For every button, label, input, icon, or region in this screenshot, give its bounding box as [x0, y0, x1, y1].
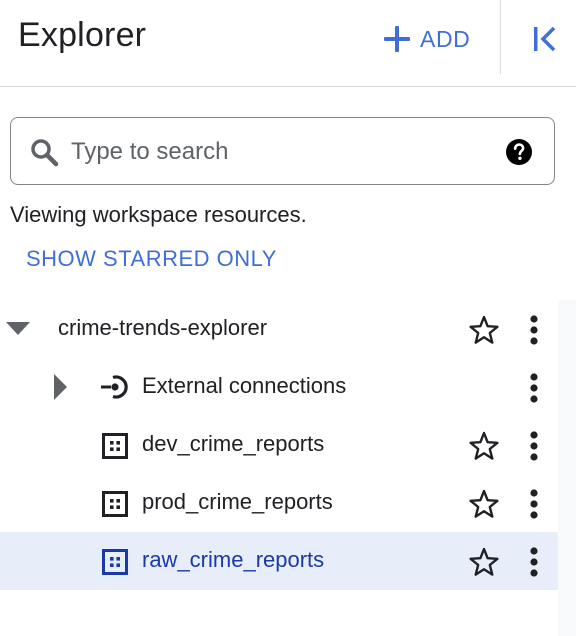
collapse-left-icon	[534, 26, 556, 52]
explorer-header: Explorer ADD	[0, 0, 576, 87]
page-title: Explorer	[18, 16, 147, 54]
dataset-icon	[102, 433, 128, 459]
tree-row-prod-crime-reports[interactable]: prod_crime_reports	[0, 474, 558, 532]
help-icon[interactable]	[505, 138, 533, 166]
caret-right-icon[interactable]	[54, 374, 68, 400]
tree-item-label: External connections	[142, 373, 347, 398]
tree-row-dev-crime-reports[interactable]: dev_crime_reports	[0, 416, 558, 474]
star-icon[interactable]	[468, 546, 500, 578]
tree-item-label: raw_crime_reports	[142, 547, 325, 572]
more-options-icon[interactable]	[524, 546, 544, 578]
tree-row-external-connections[interactable]: External connections	[0, 358, 558, 416]
tree-item-label: dev_crime_reports	[142, 431, 325, 456]
more-options-icon[interactable]	[524, 314, 544, 346]
viewing-resources-text: Viewing workspace resources.	[10, 202, 307, 227]
star-icon[interactable]	[468, 488, 500, 520]
resource-tree: crime-trends-explorer External connectio…	[0, 300, 558, 592]
star-icon[interactable]	[468, 430, 500, 462]
more-options-icon[interactable]	[524, 430, 544, 462]
more-options-icon[interactable]	[524, 372, 544, 404]
plus-icon	[384, 26, 410, 52]
search-input[interactable]	[69, 130, 493, 174]
explorer-panel: Explorer ADD Viewing workspace resources…	[0, 0, 576, 636]
search-box	[10, 117, 555, 185]
dataset-icon	[102, 491, 128, 517]
more-options-icon[interactable]	[524, 488, 544, 520]
tree-item-label: prod_crime_reports	[142, 489, 333, 514]
tree-row-project[interactable]: crime-trends-explorer	[0, 300, 558, 358]
scrollbar-track[interactable]	[558, 300, 576, 636]
header-divider	[500, 0, 501, 74]
caret-down-icon[interactable]	[6, 322, 30, 336]
external-connection-icon	[101, 375, 128, 399]
collapse-panel-button[interactable]	[530, 24, 560, 54]
star-icon[interactable]	[468, 314, 500, 346]
add-button-label: ADD	[420, 25, 471, 52]
search-icon	[31, 139, 59, 167]
show-starred-only-link[interactable]: SHOW STARRED ONLY	[26, 246, 277, 272]
project-name: crime-trends-explorer	[58, 315, 268, 340]
dataset-icon	[102, 549, 128, 575]
add-button[interactable]: ADD	[384, 22, 470, 56]
tree-row-raw-crime-reports[interactable]: raw_crime_reports	[0, 532, 558, 590]
